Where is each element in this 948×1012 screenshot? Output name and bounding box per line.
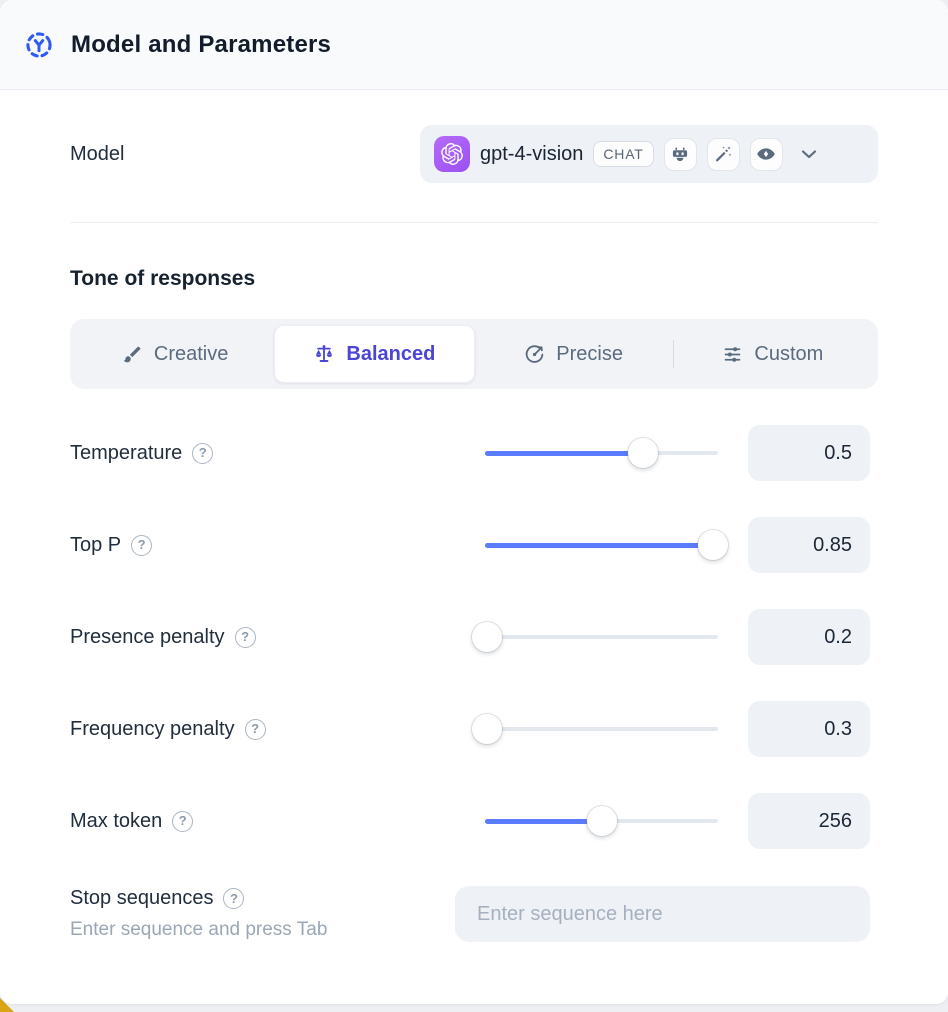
help-icon[interactable]: ? <box>192 443 213 464</box>
stop-sequence-input[interactable] <box>455 886 870 942</box>
tab-custom[interactable]: Custom <box>674 325 872 383</box>
model-label: Model <box>70 143 420 166</box>
tone-tabbar: Creative Balanced <box>70 319 878 389</box>
section-divider <box>70 222 878 223</box>
vision-eye-icon <box>750 138 783 171</box>
frequency-penalty-value[interactable]: 0.3 <box>748 701 870 757</box>
tab-label: Precise <box>556 343 623 366</box>
param-label: Presence penalty <box>70 626 225 649</box>
chevron-down-icon <box>797 142 821 166</box>
stop-sequences-label: Stop sequences <box>70 887 213 910</box>
sliders-icon <box>722 344 743 365</box>
chat-badge: CHAT <box>593 141 653 167</box>
magic-wand-icon <box>707 138 740 171</box>
help-icon[interactable]: ? <box>245 719 266 740</box>
tone-heading: Tone of responses <box>70 267 878 291</box>
top-p-slider[interactable] <box>485 529 718 561</box>
presence-penalty-value[interactable]: 0.2 <box>748 609 870 665</box>
param-label: Top P <box>70 534 121 557</box>
help-icon[interactable]: ? <box>223 888 244 909</box>
robot-icon <box>664 138 697 171</box>
param-label: Max token <box>70 810 162 833</box>
temperature-slider[interactable] <box>485 437 718 469</box>
slider-thumb[interactable] <box>628 438 658 468</box>
param-row-presence-penalty: Presence penalty ? 0.2 <box>70 609 878 665</box>
tab-label: Balanced <box>346 343 435 366</box>
panel-header: Model and Parameters <box>0 0 948 90</box>
openai-logo <box>434 136 470 172</box>
model-row: Model gpt-4-vision CHAT <box>70 125 878 183</box>
frequency-penalty-slider[interactable] <box>485 713 718 745</box>
param-row-max-token: Max token ? 256 <box>70 793 878 849</box>
tab-creative[interactable]: Creative <box>76 325 274 383</box>
paintbrush-icon <box>122 344 143 365</box>
presence-penalty-slider[interactable] <box>485 621 718 653</box>
stop-sequences-hint: Enter sequence and press Tab <box>70 919 455 941</box>
tab-balanced[interactable]: Balanced <box>274 325 474 383</box>
page-title: Model and Parameters <box>71 31 331 59</box>
tab-precise[interactable]: Precise <box>475 325 673 383</box>
param-row-temperature: Temperature ? 0.5 <box>70 425 878 481</box>
max-token-value[interactable]: 256 <box>748 793 870 849</box>
slider-thumb[interactable] <box>587 806 617 836</box>
help-icon[interactable]: ? <box>172 811 193 832</box>
selected-model-name: gpt-4-vision <box>480 143 583 166</box>
help-icon[interactable]: ? <box>131 535 152 556</box>
top-p-value[interactable]: 0.85 <box>748 517 870 573</box>
tab-label: Custom <box>754 343 823 366</box>
slider-thumb[interactable] <box>472 714 502 744</box>
tab-label: Creative <box>154 343 228 366</box>
slider-thumb[interactable] <box>698 530 728 560</box>
stop-sequences-row: Stop sequences ? Enter sequence and pres… <box>70 886 878 942</box>
model-select[interactable]: gpt-4-vision CHAT <box>420 125 878 183</box>
balance-scale-icon <box>313 343 335 365</box>
param-label: Temperature <box>70 442 182 465</box>
model-params-icon <box>24 30 54 60</box>
param-row-top-p: Top P ? 0.85 <box>70 517 878 573</box>
param-row-frequency-penalty: Frequency penalty ? 0.3 <box>70 701 878 757</box>
max-token-slider[interactable] <box>485 805 718 837</box>
model-parameters-panel: Model and Parameters Model gpt-4-vision … <box>0 0 948 1004</box>
param-label: Frequency penalty <box>70 718 235 741</box>
temperature-value[interactable]: 0.5 <box>748 425 870 481</box>
slider-thumb[interactable] <box>472 622 502 652</box>
target-icon <box>524 344 545 365</box>
help-icon[interactable]: ? <box>235 627 256 648</box>
